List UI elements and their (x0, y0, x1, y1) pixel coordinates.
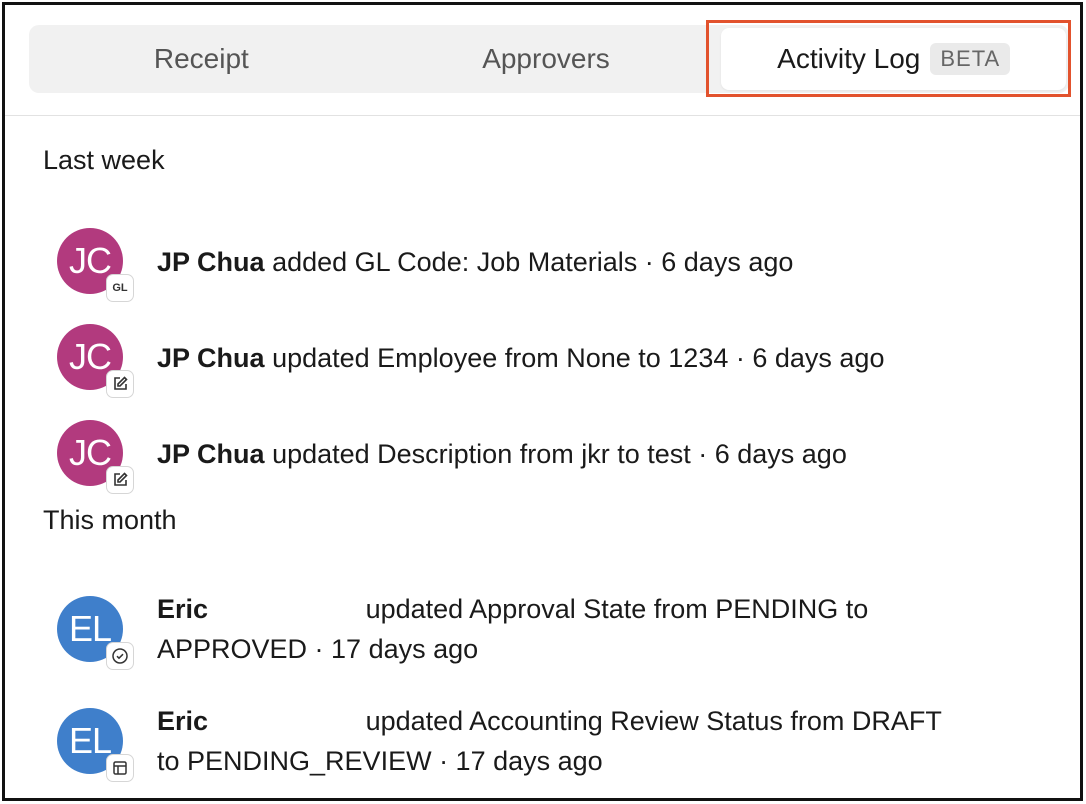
actor-name: JP Chua (157, 247, 265, 277)
activity-panel: Receipt Approvers Activity Log BETA Last… (2, 2, 1083, 801)
entry-text: JP Chua updated Description from jkr to … (157, 434, 847, 474)
redacted-name (208, 729, 358, 730)
tab-approvers[interactable]: Approvers (374, 25, 719, 93)
gl-badge-icon: GL (106, 274, 134, 302)
entry-description: added GL Code: Job Materials · 6 days ag… (272, 247, 794, 277)
entry-text: JP Chua updated Employee from None to 12… (157, 338, 884, 378)
actor-name: JP Chua (157, 343, 265, 373)
edit-icon (106, 466, 134, 494)
tab-activity-log-label: Activity Log (777, 43, 921, 74)
tab-approvers-label: Approvers (482, 43, 610, 74)
entry-text: Eric updated Accounting Review Status fr… (157, 701, 942, 781)
entry-description: updated Description from jkr to test · 6… (272, 439, 847, 469)
redacted-name (208, 617, 358, 618)
actor-name: Eric (157, 594, 209, 624)
entry-description: updated Accounting Review Status from DR… (365, 706, 942, 736)
tab-receipt-label: Receipt (153, 43, 249, 74)
entry-text: Eric updated Approval State from PENDING… (157, 589, 868, 669)
divider (5, 115, 1080, 116)
beta-badge: BETA (930, 43, 1011, 75)
tab-receipt[interactable]: Receipt (29, 25, 374, 93)
entry-text: JP Chua added GL Code: Job Materials · 6… (157, 242, 793, 282)
tab-activity-log[interactable]: Activity Log BETA (721, 28, 1067, 90)
entry-description-cont: APPROVED · 17 days ago (157, 634, 479, 664)
entry-description: updated Employee from None to 1234 · 6 d… (272, 343, 885, 373)
section-title-this-month: This month (43, 505, 177, 535)
table-icon (106, 754, 134, 782)
tab-bar: Receipt Approvers Activity Log BETA (29, 25, 1069, 93)
section-title-last-week: Last week (43, 145, 165, 175)
edit-icon (106, 370, 134, 398)
actor-name: JP Chua (157, 439, 265, 469)
actor-name: Eric (157, 706, 209, 736)
check-circle-icon (106, 642, 134, 670)
entry-description-cont: to PENDING_REVIEW · 17 days ago (157, 746, 603, 776)
entry-description: updated Approval State from PENDING to (365, 594, 869, 624)
